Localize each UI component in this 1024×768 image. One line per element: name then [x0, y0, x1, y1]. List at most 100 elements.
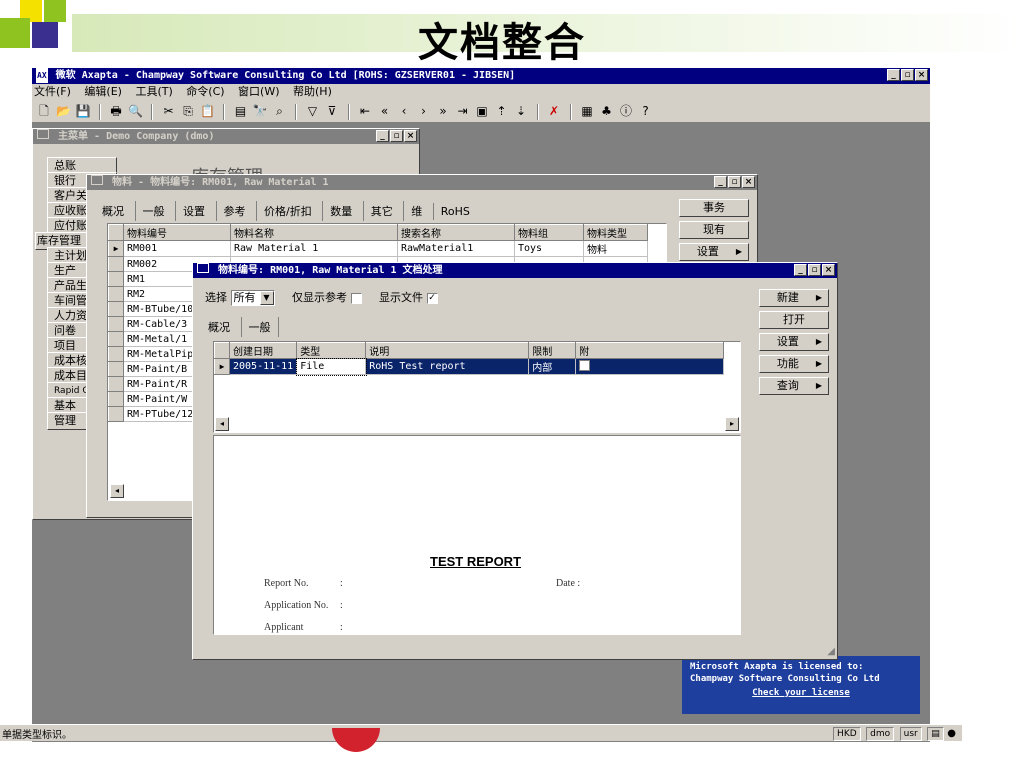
tab-setup[interactable]: 设置: [175, 201, 212, 221]
doc-tab-overview[interactable]: 概况: [201, 317, 237, 337]
minimize-icon[interactable]: _: [887, 69, 900, 81]
tab-quantity[interactable]: 数量: [322, 201, 359, 221]
main-menu-maximize-icon[interactable]: ▫: [390, 130, 403, 142]
open-icon[interactable]: 📂: [56, 100, 72, 122]
main-menu-minimize-icon[interactable]: _: [376, 130, 389, 142]
slide-title: 文档整合: [418, 20, 586, 66]
doc-form-minimize-icon[interactable]: _: [794, 264, 807, 276]
items-form-icon: [91, 175, 103, 185]
resize-grip-icon[interactable]: ◢: [827, 646, 835, 657]
toolbar: 🗋 📂 💾 🖶 🔍 ✂ ⎘ 📋 ▤ 🔭 ⌕ ▽ ⊽ ⇤ « ‹ › » ⇥ ▣ …: [32, 100, 930, 123]
doc-form-title: 物料编号: RM001, Raw Material 1 文档处理: [218, 265, 443, 276]
doc-form-close-icon[interactable]: ×: [822, 264, 835, 276]
inquiry-button[interactable]: 查询 ▶: [759, 377, 829, 395]
report-no-label: Report No.: [264, 578, 309, 589]
menu-window[interactable]: 窗口(W): [238, 84, 279, 100]
status-bar: 单据类型标识。 HKD dmo usr ▤ ●: [0, 724, 962, 741]
paste-icon[interactable]: 📋: [200, 100, 216, 122]
items-form-maximize-icon[interactable]: ▫: [728, 176, 741, 188]
on-hand-button[interactable]: 现有: [679, 221, 749, 239]
aot-icon[interactable]: ♣: [599, 100, 615, 122]
remove-filter-icon[interactable]: ⊽: [324, 100, 340, 122]
doc-preview: TEST REPORT Report No. : Date : Applicat…: [213, 435, 741, 635]
tab-price-discount[interactable]: 价格/折扣: [256, 201, 319, 221]
last-record-icon[interactable]: ⇥: [455, 100, 471, 122]
main-menu-icon: [37, 129, 49, 139]
new-button[interactable]: 新建 ▶: [759, 289, 829, 307]
tab-rohs[interactable]: RoHS: [432, 203, 477, 220]
save-icon[interactable]: 💾: [75, 100, 91, 122]
status-text: 单据类型标识。: [2, 730, 72, 741]
doc-grid-scroll-left-icon[interactable]: ◂: [215, 417, 229, 431]
col-attachment[interactable]: 附: [575, 342, 724, 359]
help-icon[interactable]: ?: [638, 100, 654, 122]
chevron-down-icon[interactable]: ▼: [259, 291, 274, 305]
cut-icon[interactable]: ✂: [161, 100, 177, 122]
sort-asc-icon[interactable]: ⇡: [494, 100, 510, 122]
menu-file[interactable]: 文件(F): [34, 84, 71, 100]
info-icon[interactable]: ⓘ: [618, 100, 634, 122]
properties-icon[interactable]: ▤: [233, 100, 249, 122]
col-type[interactable]: 类型: [296, 342, 367, 359]
tab-dimensions[interactable]: 维: [403, 201, 429, 221]
functions-button[interactable]: 功能 ▶: [759, 355, 829, 373]
first-record-icon[interactable]: ⇤: [357, 100, 373, 122]
transactions-button[interactable]: 事务: [679, 199, 749, 217]
col-restriction[interactable]: 限制: [528, 342, 577, 359]
col-created-date[interactable]: 创建日期: [228, 342, 298, 359]
filter-icon[interactable]: ▽: [305, 100, 321, 122]
table-row[interactable]: ▶ 2005-11-11 File RoHS Test report 内部: [214, 357, 724, 376]
tab-overview[interactable]: 概况: [95, 201, 131, 221]
items-setup-button[interactable]: 设置 ▶: [679, 243, 749, 261]
items-grid-scroll-left-icon[interactable]: ◂: [110, 484, 124, 498]
find-next-icon[interactable]: ⌕: [272, 100, 288, 122]
doc-grid-scroll-right-icon[interactable]: ▸: [725, 417, 739, 431]
prev-record-icon[interactable]: ‹: [396, 100, 412, 122]
show-file-checkbox[interactable]: ✓: [426, 292, 438, 304]
report-date-label: Date :: [556, 578, 581, 589]
find-icon[interactable]: 🔭: [252, 100, 268, 122]
status-user: usr: [899, 727, 922, 741]
items-form-minimize-icon[interactable]: _: [714, 176, 727, 188]
only-ref-checkbox[interactable]: [350, 292, 362, 304]
tab-references[interactable]: 参考: [215, 201, 253, 221]
open-button[interactable]: 打开: [759, 311, 829, 329]
app-logo-icon: AX: [36, 68, 48, 83]
delete-record-icon[interactable]: ✗: [546, 100, 562, 122]
col-item-number[interactable]: 物料编号: [123, 224, 231, 241]
maximize-icon[interactable]: ▫: [901, 69, 914, 81]
table-browser-icon[interactable]: ▦: [579, 100, 595, 122]
select-dropdown[interactable]: 所有 ▼: [230, 290, 275, 306]
next-record-icon[interactable]: ›: [416, 100, 432, 122]
col-description[interactable]: 说明: [365, 342, 530, 359]
table-row[interactable]: ▶ RM001 Raw Material 1 RawMaterial1 Toys 物料: [108, 240, 648, 257]
next-page-icon[interactable]: »: [435, 100, 451, 122]
print-preview-icon[interactable]: 🔍: [128, 100, 144, 122]
doc-tab-general[interactable]: 一般: [240, 317, 279, 337]
document-icon[interactable]: ▣: [474, 100, 490, 122]
doc-setup-button[interactable]: 设置 ▶: [759, 333, 829, 351]
print-icon[interactable]: 🖶: [108, 100, 124, 122]
copy-icon[interactable]: ⎘: [180, 100, 196, 122]
tab-other[interactable]: 其它: [362, 201, 400, 221]
attachment-checkbox[interactable]: [579, 359, 591, 371]
main-menu-close-icon[interactable]: ×: [404, 130, 417, 142]
items-form-close-icon[interactable]: ×: [742, 176, 755, 188]
tab-general[interactable]: 一般: [134, 201, 172, 221]
new-icon[interactable]: 🗋: [36, 100, 52, 122]
prev-page-icon[interactable]: «: [377, 100, 393, 122]
sort-desc-icon[interactable]: ⇣: [513, 100, 529, 122]
menu-edit[interactable]: 编辑(E): [84, 84, 122, 100]
close-icon[interactable]: ×: [915, 69, 928, 81]
col-item-type[interactable]: 物料类型: [583, 224, 648, 241]
menu-tools[interactable]: 工具(T): [135, 84, 172, 100]
license-line2: Champway Software Consulting Co Ltd: [690, 674, 880, 684]
doc-form-maximize-icon[interactable]: ▫: [808, 264, 821, 276]
col-search-name[interactable]: 搜索名称: [397, 224, 515, 241]
col-item-group[interactable]: 物料组: [514, 224, 584, 241]
col-item-name[interactable]: 物料名称: [230, 224, 398, 241]
menu-help[interactable]: 帮助(H): [293, 84, 332, 100]
menu-command[interactable]: 命令(C): [186, 84, 224, 100]
menu-bar: 文件(F) 编辑(E) 工具(T) 命令(C) 窗口(W) 帮助(H): [32, 84, 930, 100]
license-link[interactable]: Check your license: [690, 687, 912, 699]
